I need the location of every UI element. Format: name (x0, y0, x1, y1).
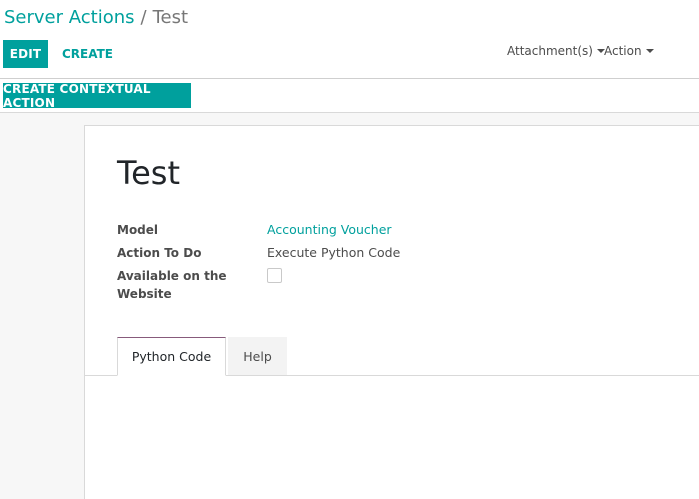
attachments-dropdown-label: Attachment(s) (507, 44, 593, 58)
tab-help[interactable]: Help (228, 337, 287, 375)
edit-button[interactable]: EDIT (3, 40, 48, 68)
breadcrumb-server-actions[interactable]: Server Actions (4, 7, 135, 28)
action-dropdown[interactable]: Action (604, 44, 654, 58)
breadcrumb-current: Test (152, 7, 189, 28)
action-to-do-label: Action To Do (117, 246, 202, 260)
breadcrumb-separator: / (140, 7, 147, 28)
action-dropdown-label: Action (604, 44, 642, 58)
create-contextual-action-button[interactable]: CREATE CONTEXTUAL ACTION (3, 82, 191, 110)
form-statusbar: CREATE CONTEXTUAL ACTION (0, 79, 699, 113)
model-value-link[interactable]: Accounting Voucher (267, 221, 392, 239)
tab-python-code[interactable]: Python Code (117, 337, 226, 376)
action-to-do-value: Execute Python Code (267, 245, 401, 260)
available-on-website-label: Available on the Website (117, 269, 227, 301)
caret-down-icon (645, 49, 654, 53)
attachments-dropdown[interactable]: Attachment(s) (507, 44, 605, 58)
create-button[interactable]: CREATE (62, 40, 113, 68)
record-title: Test (117, 154, 181, 192)
control-panel: Server Actions / Test EDIT CREATE Attachme… (0, 0, 699, 79)
model-label: Model (117, 223, 159, 237)
breadcrumb: Server Actions / Test (4, 7, 188, 28)
available-on-website-checkbox[interactable] (267, 268, 282, 283)
